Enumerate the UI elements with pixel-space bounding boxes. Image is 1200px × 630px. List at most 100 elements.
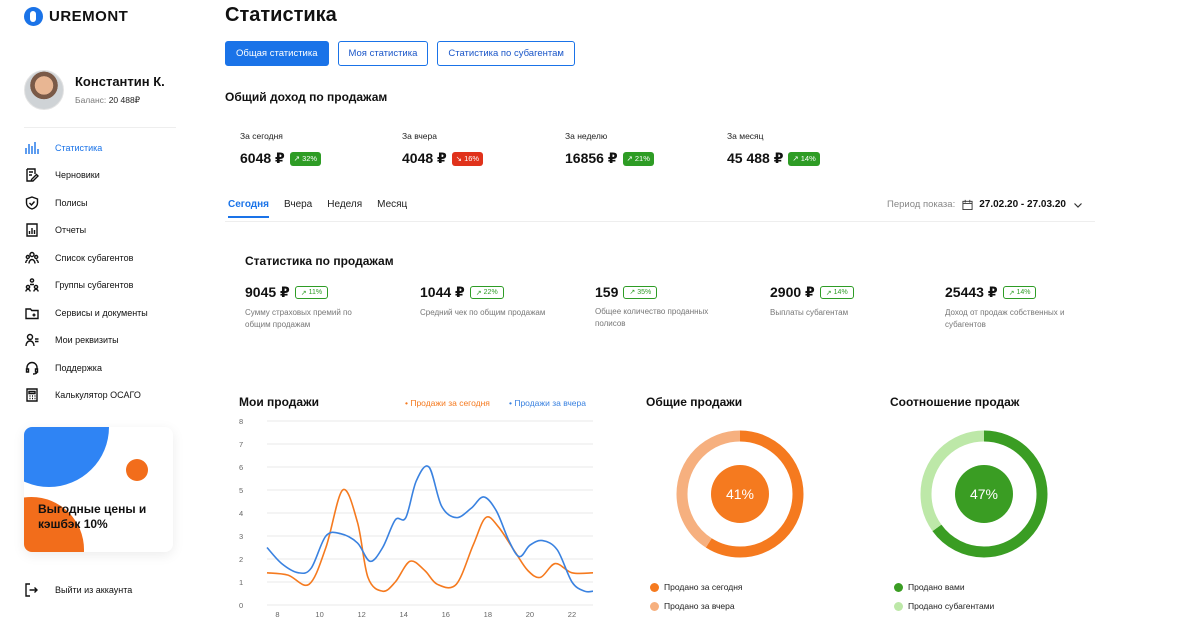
logout-icon xyxy=(25,583,38,597)
sidebar-item-reports[interactable]: Отчеты xyxy=(24,217,148,245)
kpi-label: За сегодня xyxy=(240,131,283,141)
kpi-value: 45 488 ₽ xyxy=(727,150,784,166)
legend-label: Продажи за вчера xyxy=(514,398,586,408)
sidebar-item-details[interactable]: Мои реквизиты xyxy=(24,327,148,355)
badge-percent: 14% xyxy=(800,154,816,163)
y-tick-label: 2 xyxy=(239,555,243,564)
legend-label: Продано вами xyxy=(908,582,965,592)
trend-badge: ↗ 35% xyxy=(623,285,658,299)
legend-label: Продано за сегодня xyxy=(664,582,743,592)
y-tick-label: 0 xyxy=(239,601,243,610)
income-kpi-week: За неделю 16856 ₽ ↗ 21% xyxy=(565,131,654,167)
stat-description: Общее количество проданных полисов xyxy=(595,307,709,328)
y-tick-label: 6 xyxy=(239,463,243,472)
tab-general-statistics[interactable]: Общая статистика xyxy=(225,41,329,66)
logout-button[interactable]: Выйти из аккаунта xyxy=(24,583,132,597)
bar-chart-icon xyxy=(24,140,40,156)
legend-sold-today: Продано за сегодня xyxy=(650,582,743,592)
legend-dot xyxy=(650,582,659,592)
x-tick-label: 20 xyxy=(526,610,534,619)
headset-icon xyxy=(24,360,40,376)
sidebar-item-statistics[interactable]: Статистика xyxy=(24,134,148,162)
trend-badge: ↗ 14% xyxy=(788,151,820,166)
tab-month[interactable]: Месяц xyxy=(377,199,407,218)
trend-badge: ↗ 22% xyxy=(469,286,504,299)
sidebar-divider xyxy=(24,127,176,128)
arrow-up-right-icon: ↗ xyxy=(293,154,301,163)
legend-today: • Продажи за сегодня xyxy=(405,398,490,408)
badge-percent: 11% xyxy=(308,289,323,296)
stat-value: 2900 ₽ xyxy=(770,284,815,300)
arrow-up-right-icon: ↗ xyxy=(626,154,633,163)
x-tick-label: 12 xyxy=(357,610,365,619)
stat-value: 1044 ₽ xyxy=(420,284,465,300)
stat-value: 9045 ₽ xyxy=(245,284,290,300)
legend-yesterday: • Продажи за вчера xyxy=(509,398,586,408)
sidebar: UREMONT Константин К. Баланс: 20 488₽ Ст… xyxy=(0,0,200,630)
tab-my-statistics[interactable]: Моя статистика xyxy=(337,41,429,66)
badge-percent: 21% xyxy=(634,154,650,163)
sidebar-item-services-docs[interactable]: Сервисы и документы xyxy=(24,299,148,327)
kpi-label: За месяц xyxy=(727,131,764,141)
x-tick-label: 14 xyxy=(400,610,408,619)
x-tick-label: 10 xyxy=(315,610,323,619)
kpi-value: 4048 ₽ xyxy=(402,150,447,166)
sidebar-item-policies[interactable]: Полисы xyxy=(24,189,148,217)
y-tick-label: 1 xyxy=(239,578,243,587)
tab-today[interactable]: Сегодня xyxy=(228,199,270,218)
sidebar-item-drafts[interactable]: Черновики xyxy=(24,162,148,190)
period-select[interactable]: Период показа: 27.02.20 - 27.03.20 xyxy=(887,199,1083,210)
y-tick-label: 8 xyxy=(239,417,243,426)
profile-balance: Баланс: 20 488₽ xyxy=(75,95,165,106)
income-kpi-month: За месяц 45 488 ₽ ↗ 14% xyxy=(727,131,820,167)
stat-value: 25443 ₽ xyxy=(945,284,998,300)
trend-badge: ↗ 21% xyxy=(622,151,654,166)
my-sales-line-chart: 0123456788 10 12 14 16 18 20 22 xyxy=(239,417,594,619)
promo-banner[interactable]: Выгодные цены и кэшбэк 10% xyxy=(24,427,173,552)
legend-dot xyxy=(894,582,903,592)
legend-dot xyxy=(650,601,659,611)
chevron-down-icon xyxy=(1074,202,1082,208)
total-sales-title: Общие продажи xyxy=(646,395,743,409)
sidebar-item-subagents[interactable]: Список субагентов xyxy=(24,244,148,272)
badge-percent: 16% xyxy=(464,154,480,163)
sales-stat-total-income: 25443 ₽ ↗ 14% Доход от продаж собственных … xyxy=(945,284,1075,331)
income-kpi-today: За сегодня 6048 ₽ ↗ 32% xyxy=(240,131,322,167)
calculator-icon xyxy=(24,387,40,403)
sidebar-item-subagent-groups[interactable]: Группы субагентов xyxy=(24,272,148,300)
sidebar-menu: Статистика Черновики Полисы Отчеты Списо… xyxy=(24,134,148,409)
sales-stat-subagent-payouts: 2900 ₽ ↗ 14% Выплаты субагентам xyxy=(770,284,900,319)
legend-label: Продано субагентами xyxy=(908,601,995,611)
y-tick-label: 4 xyxy=(239,509,243,518)
logo-text: UREMONT xyxy=(49,8,129,25)
tab-subagent-statistics[interactable]: Статистика по субагентам xyxy=(437,41,575,66)
kpi-value: 16856 ₽ xyxy=(565,150,618,166)
trend-badge: ↘ 16% xyxy=(451,151,484,166)
arrow-up-right-icon: ↗ xyxy=(475,289,482,297)
legend-sold-by-you: Продано вами xyxy=(894,582,965,592)
balance-label: Баланс: xyxy=(75,95,107,105)
sidebar-item-label: Отчеты xyxy=(55,225,87,236)
tab-week[interactable]: Неделя xyxy=(327,199,362,218)
app-logo[interactable]: UREMONT xyxy=(24,7,128,26)
logout-label: Выйти из аккаунта xyxy=(55,585,133,595)
sidebar-item-support[interactable]: Поддержка xyxy=(24,354,148,382)
sidebar-item-label: Сервисы и документы xyxy=(55,307,148,318)
y-tick-label: 5 xyxy=(239,486,243,495)
sales-stat-average-check: 1044 ₽ ↗ 22% Средний чек по общим продажам xyxy=(420,284,550,319)
user-profile[interactable]: Константин К. Баланс: 20 488₽ xyxy=(24,70,165,110)
tab-yesterday[interactable]: Вчера xyxy=(284,199,312,218)
kpi-label: За неделю xyxy=(565,131,608,141)
period-tabs-divider xyxy=(225,221,1095,222)
edit-document-icon xyxy=(24,167,40,183)
promo-text: Выгодные цены и кэшбэк 10% xyxy=(38,502,147,531)
sidebar-item-osago-calculator[interactable]: Калькулятор ОСАГО xyxy=(24,382,148,410)
balance-value: 20 488₽ xyxy=(108,95,141,105)
donut-center-label: 47% xyxy=(970,486,998,502)
stat-description: Средний чек по общим продажам xyxy=(420,308,546,317)
sidebar-item-label: Мои реквизиты xyxy=(55,335,119,346)
trend-badge: ↗ 11% xyxy=(294,286,329,299)
group-icon xyxy=(24,277,40,293)
trend-badge: ↗ 14% xyxy=(1002,286,1037,299)
kpi-value: 6048 ₽ xyxy=(240,150,285,166)
